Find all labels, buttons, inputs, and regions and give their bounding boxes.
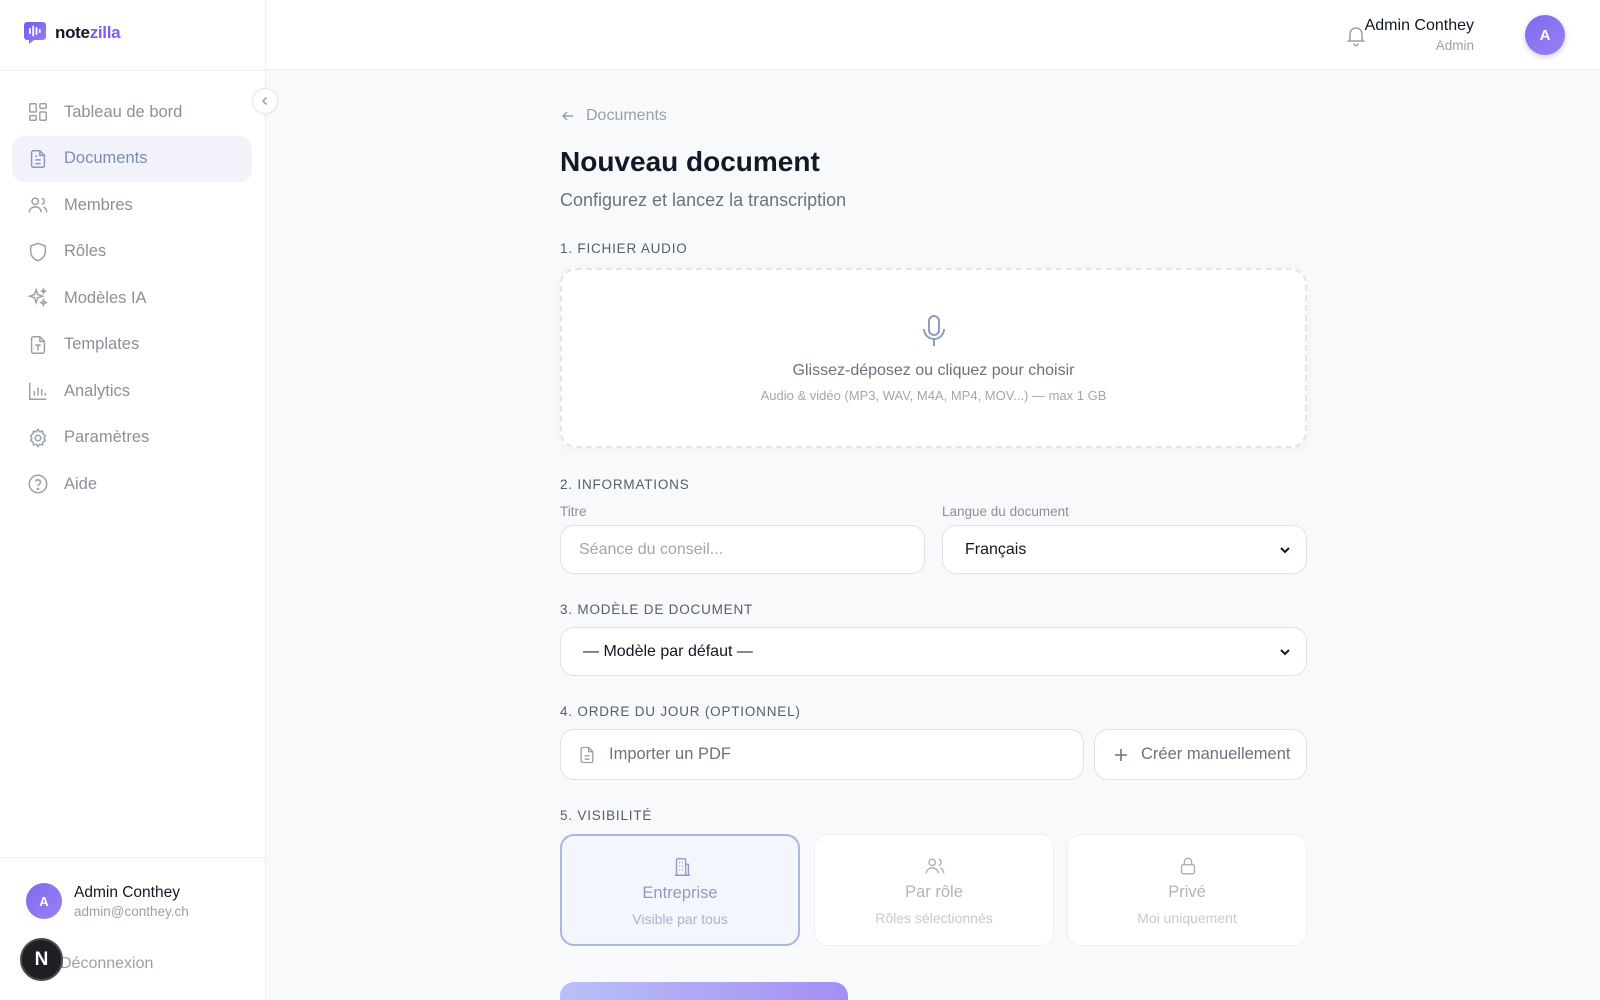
create-manually-button[interactable]: Créer manuellement	[1094, 729, 1307, 780]
microphone-icon	[923, 315, 945, 346]
top-header: Admin Conthey Admin	[266, 0, 1600, 70]
document-icon	[30, 149, 46, 168]
visibility-option-subtitle: Rôles sélectionnés	[875, 910, 993, 926]
help-icon	[28, 474, 48, 494]
language-field-label: Langue du document	[942, 504, 1069, 519]
avatar: A	[26, 883, 62, 919]
header-user-name: Admin Conthey	[1364, 17, 1474, 34]
sidebar-item-label: Analytics	[64, 381, 131, 400]
sidebar-user[interactable]: A Admin Conthey admin@conthey.ch	[26, 883, 189, 919]
chevron-down-icon	[1280, 648, 1290, 655]
section-label-info: 2. INFORMATIONS	[560, 477, 690, 492]
shield-icon	[29, 242, 47, 261]
header-user[interactable]: Admin Conthey Admin	[1365, 17, 1474, 53]
template-icon	[30, 335, 46, 354]
visibility-option-subtitle: Moi uniquement	[1137, 910, 1237, 926]
import-pdf-label: Importer un PDF	[609, 745, 731, 763]
document-icon	[580, 746, 594, 763]
sidebar-item-label: Rôles	[64, 242, 107, 260]
section-label-agenda: 4. ORDRE DU JOUR (OPTIONNEL)	[560, 704, 801, 719]
sidebar-item-ai-models[interactable]: Modèles IA	[12, 275, 252, 321]
back-link-label: Documents	[586, 107, 667, 124]
sidebar-item-label: Modèles IA	[64, 288, 147, 307]
model-select[interactable]: — Modèle par défaut —	[560, 627, 1307, 676]
audio-dropzone[interactable]: Glissez-déposez ou cliquez pour choisir …	[560, 268, 1307, 448]
n-badge[interactable]: N	[20, 938, 63, 981]
visibility-option-title: Entreprise	[642, 884, 718, 902]
back-link[interactable]: Documents	[560, 107, 667, 125]
users-icon	[28, 197, 48, 213]
logo-icon	[24, 22, 46, 44]
chevron-down-icon	[1280, 546, 1290, 553]
sidebar-item-label: Documents	[64, 149, 148, 167]
sidebar-item-documents[interactable]: Documents	[12, 135, 252, 182]
user-name: Admin Conthey	[74, 883, 180, 901]
header-avatar[interactable]: A	[1525, 15, 1565, 55]
visibility-option-role[interactable]: Par rôle Rôles sélectionnés	[814, 834, 1054, 946]
sidebar-item-label: Aide	[64, 474, 98, 493]
arrow-left-icon	[561, 111, 573, 121]
app-logo[interactable]: notezilla	[22, 20, 121, 46]
building-icon	[674, 858, 691, 876]
section-label-visibility: 5. VISIBILITÉ	[560, 808, 653, 823]
bar-chart-icon	[29, 382, 47, 400]
sparkles-icon	[27, 287, 49, 308]
sidebar-item-dashboard[interactable]: Tableau de bord	[12, 89, 252, 135]
sidebar-item-members[interactable]: Membres	[12, 182, 252, 228]
section-label-model: 3. MODÈLE DE DOCUMENT	[560, 602, 754, 617]
header-user-role: Admin	[1435, 38, 1474, 53]
gear-icon	[29, 427, 47, 448]
create-manually-label: Créer manuellement	[1141, 745, 1291, 763]
logo-text: notezilla	[55, 23, 121, 42]
sidebar-bottom-divider	[0, 857, 265, 858]
plus-icon	[1115, 748, 1127, 761]
visibility-option-title: Par rôle	[905, 883, 963, 901]
dashboard-icon	[29, 103, 47, 121]
title-field-label: Titre	[560, 504, 587, 519]
user-email: admin@conthey.ch	[74, 903, 189, 919]
collapse-sidebar-button[interactable]	[252, 88, 278, 114]
users-icon	[925, 858, 945, 874]
sidebar-item-label: Membres	[64, 195, 133, 214]
sidebar-item-label: Tableau de bord	[64, 102, 183, 121]
page-title: Nouveau document	[560, 146, 820, 177]
sidebar: notezilla Tableau de bord Documents Memb…	[0, 0, 266, 1000]
section-label-audio: 1. FICHIER AUDIO	[560, 241, 688, 256]
sidebar-item-help[interactable]: Aide	[12, 461, 252, 507]
visibility-option-private[interactable]: Privé Moi uniquement	[1067, 834, 1307, 946]
visibility-option-title: Privé	[1168, 883, 1206, 901]
visibility-option-subtitle: Visible par tous	[632, 911, 728, 927]
sidebar-divider	[0, 70, 265, 71]
sidebar-item-analytics[interactable]: Analytics	[12, 368, 252, 414]
page-subtitle: Configurez et lancez la transcription	[560, 190, 847, 210]
dropzone-title: Glissez-déposez ou cliquez pour choisir	[792, 362, 1075, 379]
dropzone-subtitle: Audio & vidéo (MP3, WAV, M4A, MP4, MOV..…	[760, 388, 1107, 403]
sidebar-item-roles[interactable]: Rôles	[12, 229, 252, 275]
model-select-value: — Modèle par défaut —	[583, 642, 753, 660]
sidebar-nav: Tableau de bord Documents Membres Rôles …	[12, 89, 252, 508]
logout-link[interactable]: Déconnexion	[60, 955, 153, 973]
import-pdf-button[interactable]: Importer un PDF	[560, 729, 1084, 780]
sidebar-item-label: Templates	[64, 335, 140, 353]
submit-button[interactable]	[560, 982, 848, 1000]
chevron-left-icon	[261, 96, 268, 106]
sidebar-item-settings[interactable]: Paramètres	[12, 415, 252, 461]
lock-icon	[1180, 857, 1196, 875]
visibility-option-company[interactable]: Entreprise Visible par tous	[560, 834, 800, 946]
sidebar-item-templates[interactable]: Templates	[12, 322, 252, 368]
language-select-value: Français	[965, 540, 1027, 558]
title-input[interactable]	[560, 525, 925, 574]
language-select[interactable]: Français	[942, 525, 1307, 574]
sidebar-item-label: Paramètres	[64, 428, 150, 446]
